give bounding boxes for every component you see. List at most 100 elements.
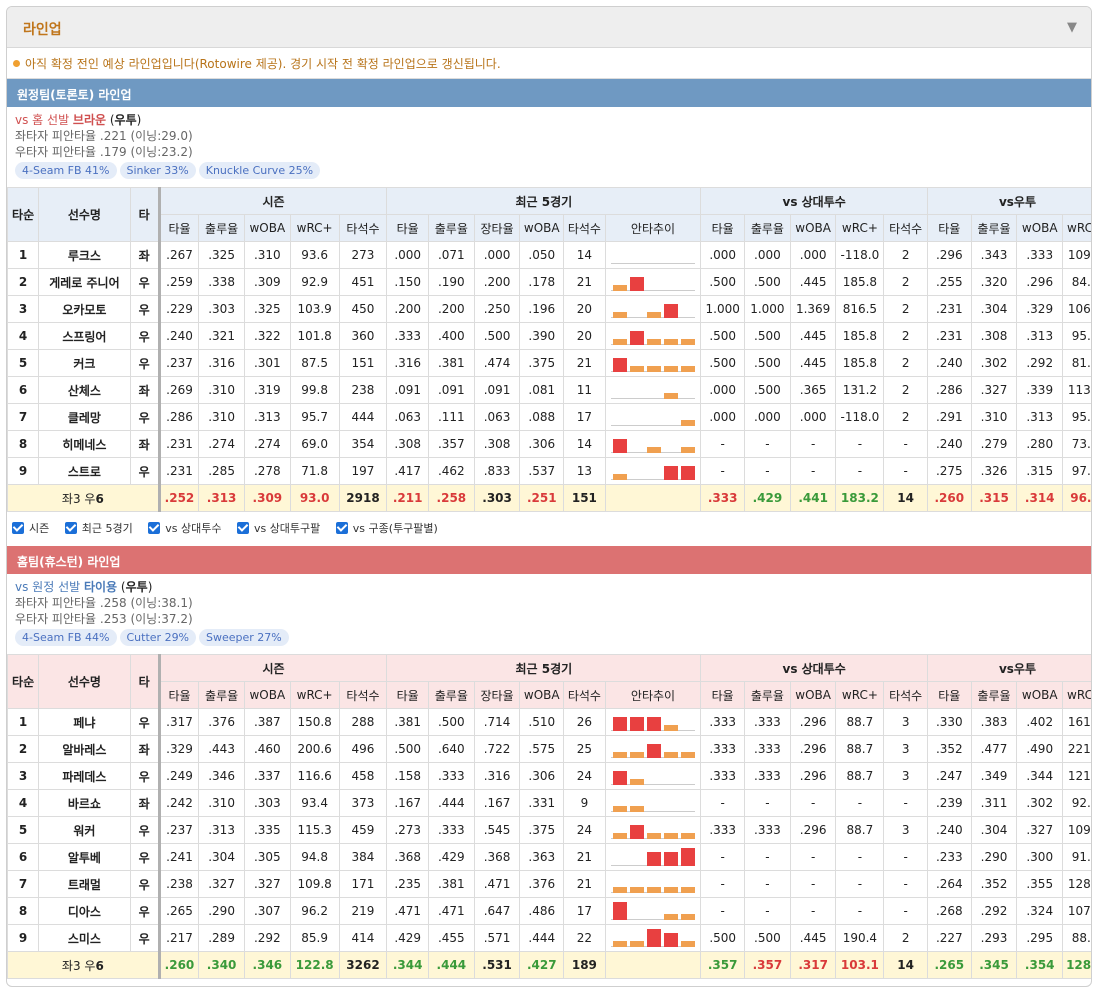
col-avg[interactable]: 타율 [926, 214, 972, 242]
recent-stat: .647 [473, 897, 521, 925]
player-name[interactable]: 클레망 [38, 403, 131, 431]
player-name[interactable]: 스미스 [38, 924, 131, 952]
pitch-tag[interactable]: Sinker 33% [119, 162, 196, 179]
player-name[interactable]: 스프링어 [38, 322, 131, 350]
col-wrc[interactable]: wRC+ [835, 214, 885, 242]
player-name[interactable]: 워커 [38, 816, 131, 844]
vs-pitcher-stat: .365 [789, 376, 837, 404]
col-obp[interactable]: 출루율 [970, 214, 1018, 242]
col-wrc[interactable]: wRC+ [1062, 681, 1091, 709]
checkbox-icon[interactable] [236, 522, 249, 534]
player-name[interactable]: 파레데스 [38, 762, 131, 790]
player-name[interactable]: 히메네스 [38, 430, 131, 458]
check-vs-pitcher[interactable]: vs 상대투수 [148, 520, 221, 536]
col-obp[interactable]: 출루율 [198, 681, 245, 709]
trend-bar [647, 833, 662, 839]
col-obp[interactable]: 출루율 [427, 214, 475, 242]
season-stat: .303 [198, 295, 245, 323]
col-wrc[interactable]: wRC+ [289, 681, 340, 709]
col-slg[interactable]: 장타율 [473, 214, 521, 242]
col-woba[interactable]: wOBA [519, 681, 565, 709]
pitcher-name[interactable]: 브라운 [73, 113, 106, 127]
col-ab[interactable]: 타석수 [338, 681, 388, 709]
player-name[interactable]: 알투베 [38, 843, 131, 871]
player-name[interactable]: 스트로 [38, 457, 131, 485]
pitch-tag[interactable]: 4-Seam FB 41% [15, 162, 117, 179]
vs-pitcher-stat: - [744, 789, 791, 817]
col-woba[interactable]: wOBA [789, 681, 837, 709]
col-obp[interactable]: 출루율 [427, 681, 475, 709]
check-vs-pitch-type[interactable]: vs 구종(투구팔별) [335, 520, 438, 536]
pitcher-name[interactable]: 타이용 [84, 580, 117, 594]
col-obp[interactable]: 출루율 [744, 681, 791, 709]
col-obp[interactable]: 출루율 [970, 681, 1018, 709]
player-name[interactable]: 산체스 [38, 376, 131, 404]
pitch-tag[interactable]: Sweeper 27% [199, 629, 289, 646]
col-wrc[interactable]: wRC+ [1062, 214, 1091, 242]
player-name[interactable]: 게레로 주니어 [38, 268, 131, 296]
player-name[interactable]: 알바레스 [38, 735, 131, 763]
recent-stat: .111 [427, 403, 475, 431]
col-trend[interactable]: 안타추이 [604, 214, 702, 242]
col-ab[interactable]: 타석수 [883, 214, 928, 242]
col-woba[interactable]: wOBA [243, 214, 291, 242]
col-woba[interactable]: wOBA [1016, 681, 1064, 709]
player-name[interactable]: 바르쇼 [38, 789, 131, 817]
col-ab[interactable]: 타석수 [563, 214, 606, 242]
col-avg[interactable]: 타율 [700, 214, 746, 242]
team-bar[interactable]: 원정팀(토론토) 라인업 [7, 79, 1091, 107]
recent-stat: 20 [563, 322, 606, 350]
hit-trend-chart [611, 771, 696, 785]
recent-stat: .150 [386, 268, 429, 296]
col-woba[interactable]: wOBA [243, 681, 291, 709]
check-recent[interactable]: 최근 5경기 [64, 520, 133, 536]
checkbox-icon[interactable] [64, 522, 77, 534]
col-wrc[interactable]: wRC+ [289, 214, 340, 242]
col-obp[interactable]: 출루율 [744, 214, 791, 242]
col-ab[interactable]: 타석수 [883, 681, 928, 709]
hit-trend [604, 241, 702, 269]
panel-header[interactable]: 라인업 ▼ [7, 7, 1091, 48]
pitch-tag[interactable]: Knuckle Curve 25% [198, 162, 321, 179]
away-team-section: 원정팀(토론토) 라인업 vs 홈 선발 브라운 (우투) 좌타자 피안타율 .22… [7, 79, 1091, 512]
col-woba[interactable]: wOBA [519, 214, 565, 242]
col-avg[interactable]: 타율 [386, 214, 429, 242]
player-name[interactable]: 페냐 [38, 708, 131, 736]
recent-stat: .331 [519, 789, 565, 817]
recent-stat: .250 [473, 295, 521, 323]
vs-hand-stat: .302 [970, 349, 1018, 377]
col-ab[interactable]: 타석수 [563, 681, 606, 709]
col-trend[interactable]: 안타추이 [604, 681, 702, 709]
player-name[interactable]: 커크 [38, 349, 131, 377]
col-avg[interactable]: 타율 [926, 681, 972, 709]
pitch-tag[interactable]: Cutter 29% [119, 629, 197, 646]
col-avg[interactable]: 타율 [157, 214, 200, 242]
check-season[interactable]: 시즌 [12, 520, 49, 536]
col-avg[interactable]: 타율 [700, 681, 746, 709]
col-avg[interactable]: 타율 [157, 681, 200, 709]
col-ab[interactable]: 타석수 [338, 214, 388, 242]
pitch-tag[interactable]: 4-Seam FB 44% [15, 629, 117, 646]
col-woba[interactable]: wOBA [789, 214, 837, 242]
season-stat: 85.9 [289, 924, 340, 952]
team-bar[interactable]: 홈팀(휴스턴) 라인업 [7, 546, 1091, 574]
checkbox-icon[interactable] [12, 522, 24, 534]
vs-hand-stat: .247 [926, 762, 972, 790]
col-slg[interactable]: 장타율 [473, 681, 521, 709]
col-obp[interactable]: 출루율 [198, 214, 245, 242]
player-name[interactable]: 오카모토 [38, 295, 131, 323]
player-name[interactable]: 트래멀 [38, 870, 131, 898]
player-hand: 우 [129, 322, 160, 350]
col-woba[interactable]: wOBA [1016, 214, 1064, 242]
vs-pitcher-stat: .333 [700, 708, 746, 736]
collapse-arrow-icon[interactable]: ▼ [1067, 20, 1077, 35]
col-avg[interactable]: 타율 [386, 681, 429, 709]
pitcher-hand: 우투 [125, 580, 148, 594]
checkbox-icon[interactable] [148, 522, 161, 534]
checkbox-icon[interactable] [335, 522, 348, 534]
col-wrc[interactable]: wRC+ [835, 681, 885, 709]
check-vs-arm[interactable]: vs 상대투구팔 [236, 520, 320, 536]
player-name[interactable]: 루크스 [38, 241, 131, 269]
trend-bar [681, 887, 696, 893]
player-name[interactable]: 디아스 [38, 897, 131, 925]
